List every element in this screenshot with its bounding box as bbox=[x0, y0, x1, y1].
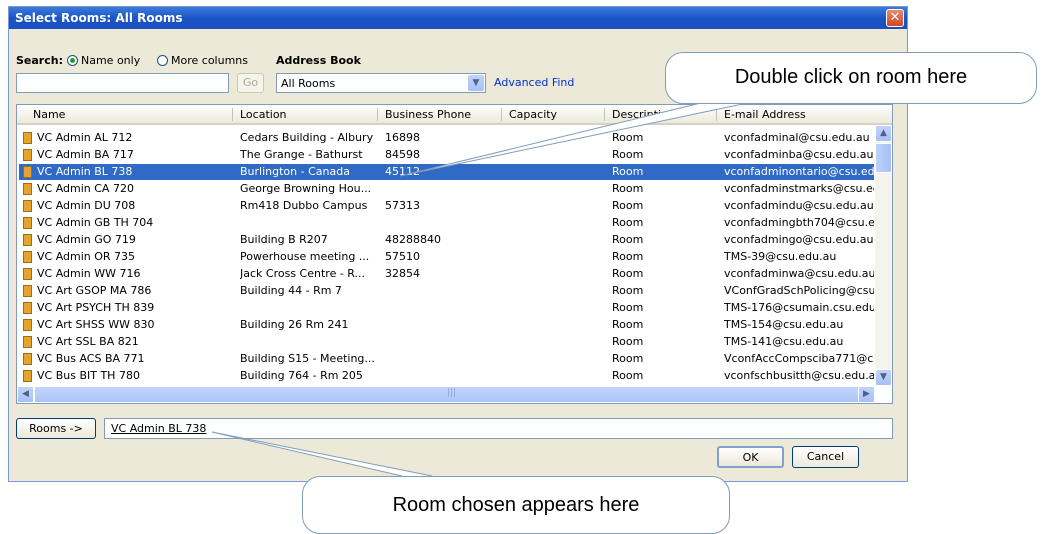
callout-double-click: Double click on room here bbox=[665, 52, 1037, 104]
callout-room-chosen: Room chosen appears here bbox=[302, 476, 730, 534]
bottom-callout-pointer bbox=[211, 431, 433, 477]
top-callout-pointer bbox=[399, 101, 753, 177]
